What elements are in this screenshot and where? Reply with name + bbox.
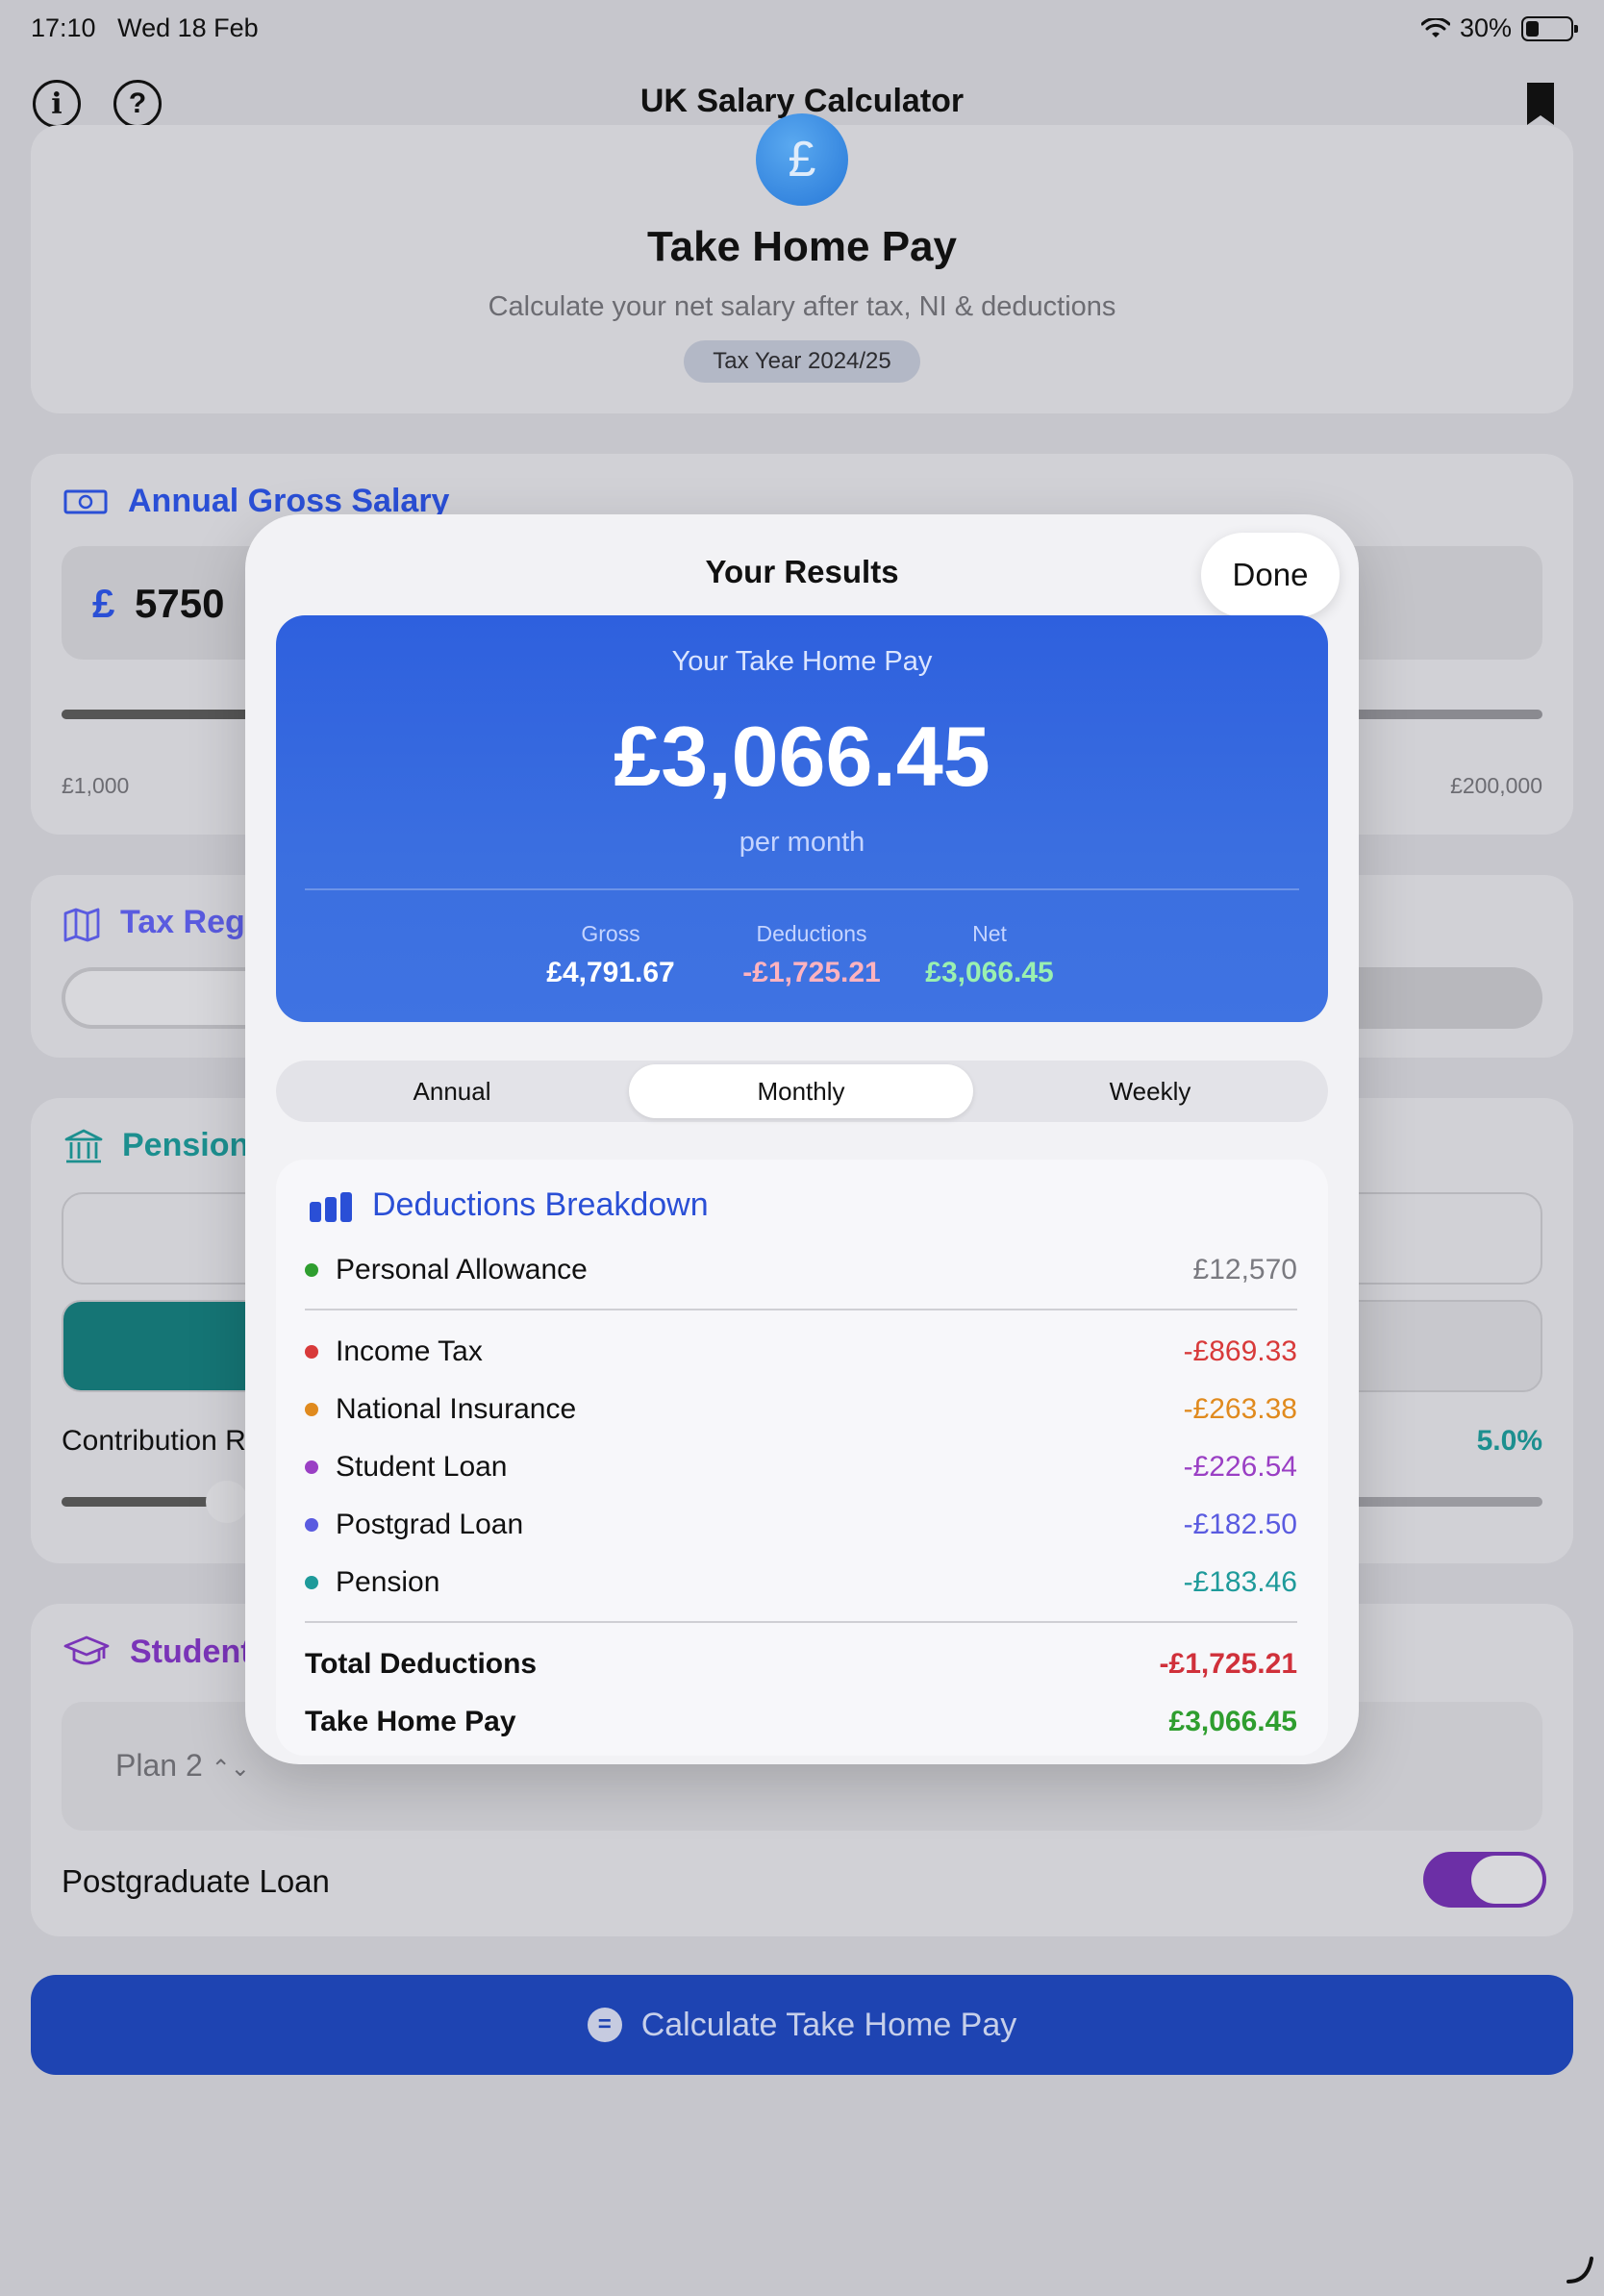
- tab-weekly[interactable]: Weekly: [980, 1061, 1320, 1122]
- contribution-label: Contribution R: [62, 1425, 246, 1457]
- salary-min: £1,000: [62, 773, 130, 798]
- student-loan-dot: [305, 1460, 318, 1474]
- allowance-dot: [305, 1263, 318, 1277]
- deduction-row-national-insurance: National Insurance -£263.38: [305, 1385, 1297, 1434]
- tab-annual[interactable]: Annual: [282, 1061, 622, 1122]
- deduction-row-income-tax: Income Tax -£869.33: [305, 1328, 1297, 1376]
- currency-symbol: £: [92, 581, 115, 626]
- period-tabs: Annual Monthly Weekly: [276, 1061, 1328, 1122]
- contribution-slider-thumb[interactable]: [206, 1481, 248, 1523]
- hero-label: Your Take Home Pay: [671, 646, 933, 677]
- total-deductions-label: Total Deductions: [305, 1648, 538, 1680]
- take-home-row: Take Home Pay £3,066.45: [305, 1698, 1297, 1746]
- modal-title: Your Results: [705, 554, 899, 589]
- tax-region-label: Tax Regi: [120, 904, 255, 940]
- salary-value: 5750: [135, 581, 225, 626]
- take-home-hero: Your Take Home Pay £3,066.45 per month G…: [276, 615, 1328, 1022]
- postgrad-loan-dot: [305, 1518, 318, 1532]
- hero-deductions: Deductions -£1,725.21: [742, 921, 881, 988]
- equals-icon: =: [587, 2008, 622, 2042]
- hero-period: per month: [739, 827, 865, 858]
- deduction-row-student-loan: Student Loan -£226.54: [305, 1443, 1297, 1491]
- breakdown-title: Deductions Breakdown: [372, 1186, 709, 1223]
- student-plan-value: Plan 2 ⌃⌄: [115, 1748, 250, 1783]
- hero-gross: Gross £4,791.67: [546, 921, 675, 988]
- resize-handle-icon[interactable]: [1566, 2256, 1594, 2284]
- salary-max: £200,000: [1450, 773, 1542, 798]
- hero-divider: [305, 888, 1299, 890]
- bookmark-icon[interactable]: [1525, 81, 1556, 127]
- wifi-icon: [1420, 17, 1450, 37]
- breakdown-divider: [305, 1309, 1297, 1310]
- status-time: 17:10 Wed 18 Feb: [31, 13, 259, 43]
- bar-chart-icon: [310, 1192, 352, 1222]
- income-tax-dot: [305, 1345, 318, 1359]
- total-deductions-value: -£1,725.21: [1159, 1648, 1297, 1680]
- contribution-value: 5.0%: [1476, 1425, 1542, 1457]
- status-indicators: 30%: [1420, 13, 1578, 43]
- deduction-row-pension: Pension -£183.46: [305, 1559, 1297, 1607]
- pension-dot: [305, 1576, 318, 1589]
- deductions-breakdown: Deductions Breakdown Personal Allowance …: [276, 1160, 1328, 1756]
- clock: 17:10: [31, 13, 96, 42]
- contribution-slider-fill: [62, 1497, 215, 1507]
- hero-net: Net £3,066.45: [925, 921, 1054, 988]
- done-button[interactable]: Done: [1201, 533, 1340, 617]
- postgrad-toggle-knob: [1471, 1856, 1542, 1904]
- pound-logo-icon: £: [756, 113, 848, 206]
- take-home-label: Take Home Pay: [305, 1706, 516, 1737]
- postgrad-toggle[interactable]: [1423, 1852, 1546, 1908]
- allowance-label: Personal Allowance: [336, 1254, 588, 1285]
- date: Wed 18 Feb: [117, 13, 259, 42]
- battery-icon: [1521, 15, 1578, 41]
- student-label: Student: [130, 1634, 252, 1670]
- totals-divider: [305, 1621, 1297, 1623]
- bank-icon: [64, 1129, 103, 1163]
- postgrad-label: Postgraduate Loan: [62, 1863, 330, 1899]
- battery-percent: 30%: [1459, 13, 1512, 42]
- banknote-icon: [63, 489, 108, 514]
- allowance-value: £12,570: [1192, 1254, 1297, 1285]
- calculate-button-label: Calculate Take Home Pay: [640, 2006, 1017, 2043]
- national-insurance-dot: [305, 1403, 318, 1416]
- graduation-cap-icon: [63, 1635, 110, 1665]
- pension-label: Pension: [122, 1127, 250, 1163]
- page-subtitle: Calculate your net salary after tax, NI …: [488, 291, 1116, 322]
- page-title: Take Home Pay: [646, 223, 957, 270]
- deduction-row-postgrad-loan: Postgrad Loan -£182.50: [305, 1501, 1297, 1549]
- allowance-row: Personal Allowance £12,570: [305, 1246, 1297, 1294]
- map-icon: [63, 908, 100, 942]
- tax-year-badge: Tax Year 2024/25: [684, 340, 920, 383]
- calculate-button[interactable]: = Calculate Take Home Pay: [31, 1975, 1573, 2075]
- tab-monthly[interactable]: Monthly: [629, 1064, 973, 1118]
- take-home-value: £3,066.45: [1168, 1706, 1297, 1737]
- total-deductions-row: Total Deductions -£1,725.21: [305, 1640, 1297, 1688]
- hero-amount: £3,066.45: [614, 709, 990, 804]
- chevron-updown-icon: ⌃⌄: [211, 1756, 250, 1782]
